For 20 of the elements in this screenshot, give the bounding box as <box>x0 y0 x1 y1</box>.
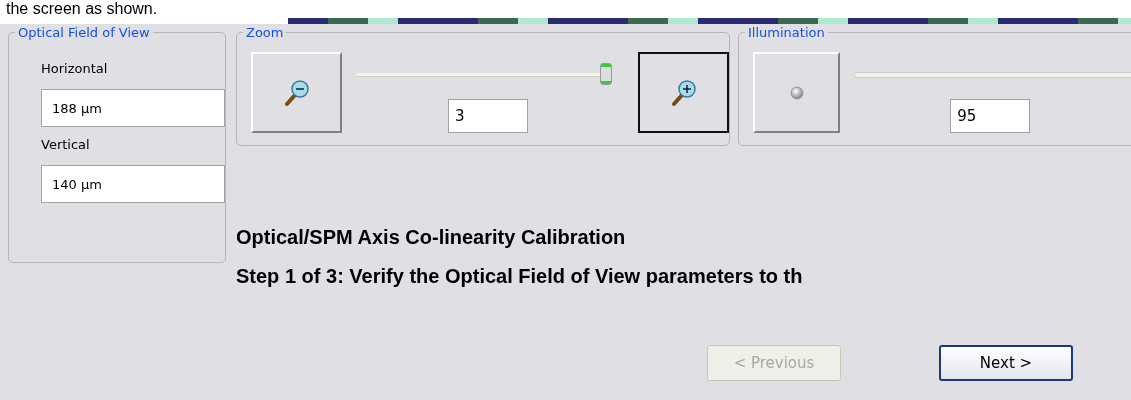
next-button[interactable]: Next > <box>939 345 1073 381</box>
zoom-in-button[interactable] <box>638 52 729 133</box>
caption-text: the screen as shown. <box>6 0 158 18</box>
input-field[interactable]: 95 <box>950 99 1031 133</box>
group-title: Illumination <box>745 25 828 40</box>
magnifier-icon <box>282 77 311 108</box>
illumination-button[interactable] <box>753 52 841 133</box>
field-label: Horizontal <box>41 61 108 76</box>
field-label: Vertical <box>41 137 90 152</box>
group-title: Zoom <box>243 25 287 40</box>
slider-thumb[interactable] <box>600 63 612 85</box>
step-instruction: Step 1 of 3: Verify the Optical Field of View parameters to th <box>236 265 804 288</box>
input-field[interactable]: 3 <box>448 99 528 133</box>
group-title: Optical Field of View <box>15 25 153 40</box>
magnifier-icon <box>669 77 698 108</box>
light-icon <box>789 85 804 100</box>
input-field[interactable]: 188 µm <box>41 89 225 127</box>
zoom-out-button[interactable] <box>251 52 342 133</box>
input-field[interactable]: 140 µm <box>41 165 225 203</box>
page-heading: Optical/SPM Axis Co-linearity Calibration <box>236 226 627 249</box>
